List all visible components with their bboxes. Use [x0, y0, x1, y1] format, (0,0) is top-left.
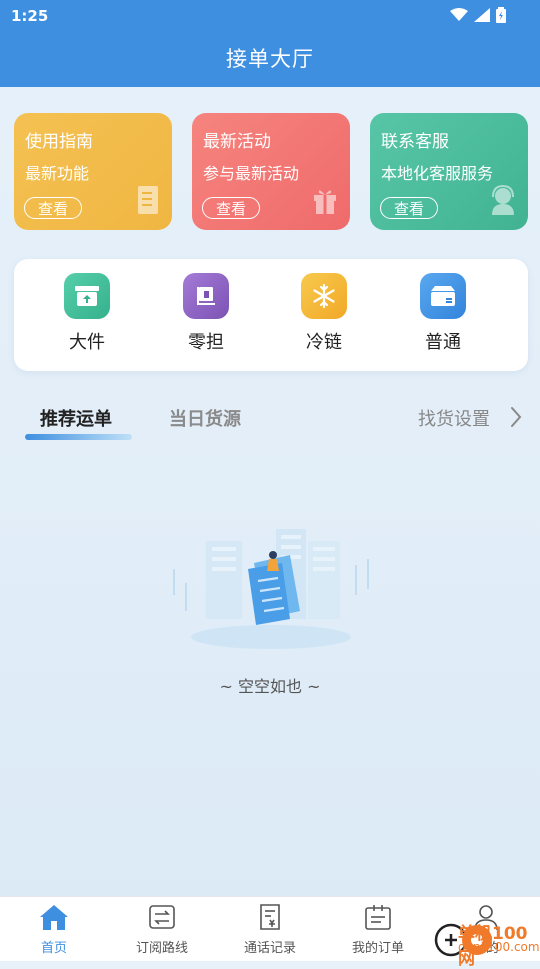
- cargo-settings-link[interactable]: 找货设置: [418, 405, 490, 431]
- app-header: 接单大厅: [0, 32, 540, 87]
- status-icons: [450, 7, 506, 23]
- card-title: 最新活动: [203, 132, 271, 152]
- book-icon: [138, 186, 158, 214]
- tab-today-cargo[interactable]: 当日货源: [169, 405, 241, 431]
- home-icon: [40, 905, 68, 930]
- status-time: 1:25: [11, 7, 49, 25]
- card-subtitle: 最新功能: [25, 164, 90, 183]
- snowflake-icon: [301, 273, 347, 319]
- card-subtitle: 参与最新活动: [203, 164, 300, 183]
- category-label: 大件: [69, 332, 105, 353]
- view-button[interactable]: 查看: [24, 197, 82, 219]
- battery-icon: [496, 7, 506, 23]
- order-icon: [365, 905, 391, 930]
- status-bar: 1:25: [0, 0, 540, 32]
- empty-state-text: ~ 空空如也 ~: [219, 677, 321, 696]
- card-service[interactable]: 联系客服 本地化客服服务 查看: [370, 113, 528, 230]
- category-large[interactable]: 大件: [47, 273, 127, 354]
- card-title: 联系客服: [381, 132, 449, 152]
- wifi-icon: [450, 8, 468, 21]
- parcel-icon: [420, 273, 466, 319]
- page-title: 接单大厅: [226, 47, 314, 71]
- view-button[interactable]: 查看: [202, 197, 260, 219]
- tab-recommended[interactable]: 推荐运单: [40, 405, 112, 431]
- signal-icon: [474, 8, 490, 22]
- nav-label: 首页: [40, 941, 67, 956]
- watermark-url: danji100.com: [458, 940, 540, 954]
- nav-label: 订阅路线: [135, 941, 188, 956]
- category-label: 冷链: [306, 332, 342, 353]
- call-record-icon: [260, 904, 280, 930]
- empty-state-illustration: [173, 529, 369, 649]
- card-title: 使用指南: [25, 132, 93, 152]
- category-cold-chain[interactable]: 冷链: [284, 273, 364, 354]
- card-subtitle: 本地化客服服务: [381, 164, 494, 183]
- tab-indicator: [25, 434, 132, 440]
- category-ltl[interactable]: 零担: [166, 273, 246, 354]
- category-normal[interactable]: 普通: [403, 273, 483, 354]
- card-activity[interactable]: 最新活动 参与最新活动 查看: [192, 113, 350, 230]
- category-label: 普通: [425, 332, 461, 353]
- gift-icon: [314, 190, 336, 214]
- box-upload-icon: [64, 273, 110, 319]
- nav-label: 通话记录: [243, 941, 296, 956]
- chevron-right-icon[interactable]: [510, 406, 522, 428]
- tab-bar: 推荐运单 当日货源 找货设置: [0, 400, 540, 450]
- nav-call-record[interactable]: 通话记录: [225, 903, 315, 956]
- category-panel: 大件 零担 冷链 普通: [14, 259, 528, 371]
- nav-home[interactable]: 首页: [9, 903, 99, 956]
- category-label: 零担: [188, 332, 224, 353]
- route-icon: [149, 905, 175, 929]
- pallet-icon: [183, 273, 229, 319]
- nav-subscribe-route[interactable]: 订阅路线: [117, 903, 207, 956]
- card-guide[interactable]: 使用指南 最新功能 查看: [14, 113, 172, 230]
- headset-icon: [492, 185, 514, 215]
- view-button[interactable]: 查看: [380, 197, 438, 219]
